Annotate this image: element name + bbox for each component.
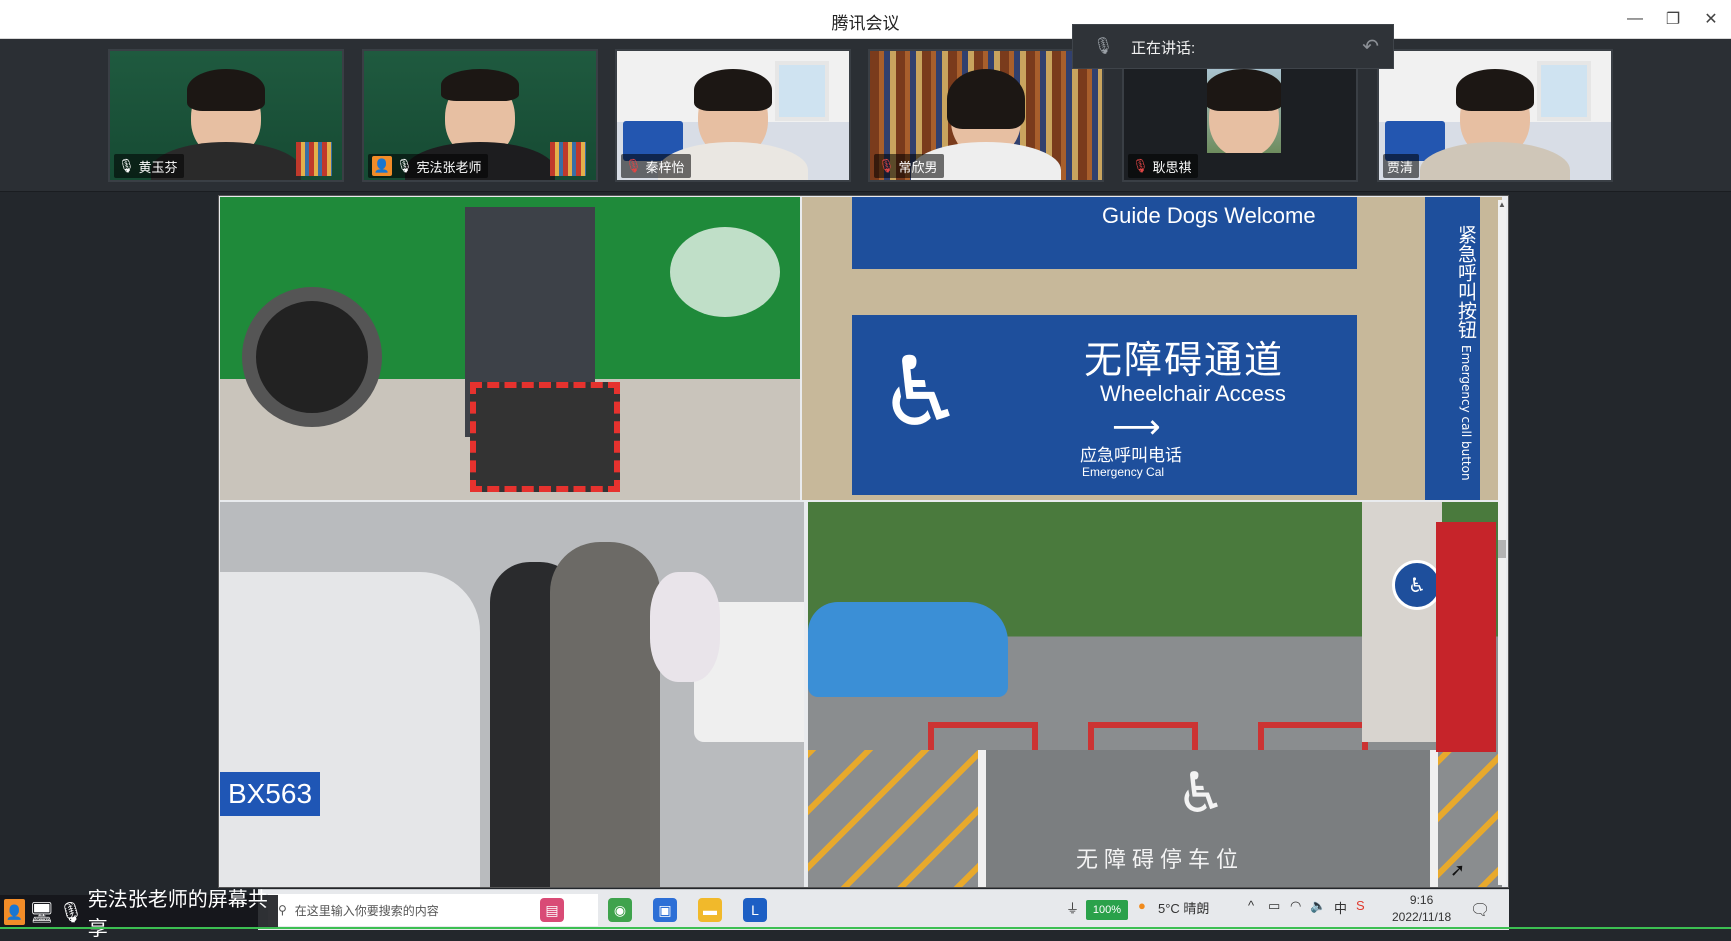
participant-nametag: 👤 🎙 宪法张老师 — [368, 154, 488, 178]
emergency-call-english: Emergency Cal — [1082, 465, 1165, 479]
mic-on-icon: 🎙 — [396, 158, 413, 173]
participant-nametag: 🎙 常欣男 — [874, 154, 944, 178]
microphone-icon: 🎙 — [1093, 38, 1114, 55]
title-bar: 腾讯会议 — ❐ ✕ — [0, 0, 1731, 39]
parking-label: 无障碍停车位 — [1076, 848, 1245, 873]
battery-indicator: 100% — [1086, 900, 1128, 920]
weather-text: 5°C 晴朗 — [1158, 901, 1210, 916]
participant-nametag: 贾清 — [1383, 154, 1420, 178]
license-plate: BX563 — [220, 772, 320, 816]
clock-time: 9:16 — [1409, 893, 1434, 907]
mic-muted-icon: 🎙 — [1132, 158, 1149, 173]
participant-face — [1207, 69, 1281, 153]
participant-tile[interactable]: 👤 🎙 宪法张老师 — [362, 49, 598, 182]
accessible-parking-sign-icon: ♿ — [1392, 560, 1442, 610]
screen-icon: 🖥 — [28, 901, 55, 924]
input-method-icon[interactable]: 中 — [1334, 898, 1347, 917]
parking-space: ♿ 无障碍停车位 — [978, 750, 1438, 887]
participant-nametag: 🎙 耿思祺 — [1128, 154, 1198, 178]
tray-expand-icon[interactable]: ^ — [1248, 898, 1254, 913]
plug-icon: ⏚ — [1066, 901, 1080, 916]
wheelchair-icon: ♿ — [1176, 761, 1227, 824]
shared-screen[interactable]: Guide Dogs Welcome ♿ 无障碍通道 Wheelchair Ac… — [218, 195, 1509, 888]
blue-app-icon[interactable]: L — [743, 898, 767, 922]
microphone-icon: 🎙 — [58, 901, 84, 924]
restore-button[interactable]: ❐ — [1658, 6, 1688, 32]
guide-dogs-text: Guide Dogs Welcome — [1102, 203, 1316, 228]
side-sign-english: Emergency call button — [1459, 344, 1473, 481]
participant-name: 宪法张老师 — [416, 159, 482, 175]
scrollbar-thumb[interactable] — [1498, 540, 1506, 558]
participant-tile[interactable]: 🎙 秦梓怡 — [615, 49, 851, 182]
emergency-button-sign: 紧急呼叫按钮 Emergency call button — [1425, 197, 1480, 500]
minimize-button[interactable]: — — [1620, 6, 1650, 32]
search-placeholder: 在这里输入你要搜索的内容 — [294, 903, 439, 918]
wheelchair-icon: ♿ — [878, 339, 965, 446]
speaker-video-thumbnail — [1207, 69, 1281, 153]
participant-tile[interactable]: 🎙 常欣男 — [868, 49, 1104, 182]
notification-icon[interactable]: 🗨 — [1470, 900, 1490, 920]
tray-app-icon[interactable]: S — [1356, 898, 1365, 913]
guide-dogs-sign: Guide Dogs Welcome — [852, 197, 1357, 269]
search-icon: ⚲ — [278, 903, 287, 917]
clock-date: 2022/11/18 — [1392, 910, 1452, 924]
meeting-app-icon[interactable]: ▣ — [653, 898, 677, 922]
mic-muted-icon: 🎙 — [878, 158, 895, 173]
speaking-label: 正在讲话: — [1131, 40, 1196, 57]
speaking-indicator-panel: 🎙 正在讲话: ↶ — [1072, 24, 1394, 69]
shared-taskbar: ⚲ 在这里输入你要搜索的内容 ▤ ◉ ▣ ▬ L ⏚ 100% ● 5°C 晴朗… — [258, 889, 1509, 930]
mouse-cursor-icon: ➚ — [1450, 860, 1466, 880]
collapse-arrow-icon[interactable]: ↶ — [1362, 34, 1379, 59]
wheelchair-access-sign: ♿ 无障碍通道 Wheelchair Access ⟶ 应急呼叫电话 Emerg… — [852, 315, 1357, 495]
close-button[interactable]: ✕ — [1696, 6, 1726, 32]
participant-tile[interactable]: 贾清 — [1377, 49, 1613, 182]
bus-wheelchair-photo — [220, 197, 800, 500]
participant-nametag: 🎙 秦梓怡 — [621, 154, 691, 178]
street-helping-photo: BX563 — [220, 502, 804, 887]
wifi-icon[interactable]: ◠ — [1290, 898, 1301, 914]
weather-sun-icon: ● — [1138, 898, 1146, 913]
network-icon[interactable]: ▭ — [1268, 898, 1280, 914]
participant-nametag: 🎙 黄玉芬 — [114, 154, 184, 178]
participant-tile[interactable]: 🎙 黄玉芬 — [108, 49, 344, 182]
folder-icon[interactable]: ▬ — [698, 898, 722, 922]
user-badge-icon: 👤 — [4, 899, 25, 925]
participant-name: 秦梓怡 — [645, 159, 685, 175]
accessible-parking-photo: ♿ 无障碍停车位 ♿ — [808, 502, 1502, 887]
sign-english-text: Wheelchair Access — [1100, 381, 1286, 406]
scrollbar[interactable]: ▲ — [1498, 200, 1506, 885]
participant-name: 耿思祺 — [1152, 159, 1192, 175]
participant-name: 黄玉芬 — [138, 159, 178, 175]
screen-share-banner[interactable]: 👤 🖥 🎙 宪法张老师的屏幕共享 — [0, 889, 278, 940]
scroll-up-icon[interactable]: ▲ — [1498, 200, 1506, 210]
browser-icon[interactable]: ◉ — [608, 898, 632, 922]
screen-share-badge-icon: 👤 — [372, 156, 392, 176]
accessible-sign-photo: Guide Dogs Welcome ♿ 无障碍通道 Wheelchair Ac… — [802, 197, 1502, 500]
mic-on-icon: 🎙 — [118, 158, 135, 173]
window-title: 腾讯会议 — [831, 14, 900, 33]
participant-name: 常欣男 — [898, 159, 938, 175]
taskbar-clock[interactable]: 9:16 2022/11/18 — [1392, 892, 1451, 926]
emergency-call-text: 应急呼叫电话 — [1080, 446, 1182, 466]
taskbar-app-icon[interactable]: ▤ — [540, 898, 564, 922]
sign-chinese-text: 无障碍通道 — [1084, 338, 1285, 382]
share-banner-text: 宪法张老师的屏幕共享 — [87, 889, 268, 940]
participant-video-strip: 🎙 黄玉芬 👤 🎙 宪法张老师 🎙 秦梓怡 🎙 常欣男 🎙 耿思祺 贾清 — [0, 39, 1731, 192]
mic-muted-icon: 🎙 — [625, 158, 642, 173]
volume-icon[interactable]: 🔈 — [1310, 898, 1326, 914]
participant-name: 贾清 — [1387, 159, 1414, 175]
side-sign-chinese: 紧急呼叫按钮 — [1455, 224, 1477, 339]
